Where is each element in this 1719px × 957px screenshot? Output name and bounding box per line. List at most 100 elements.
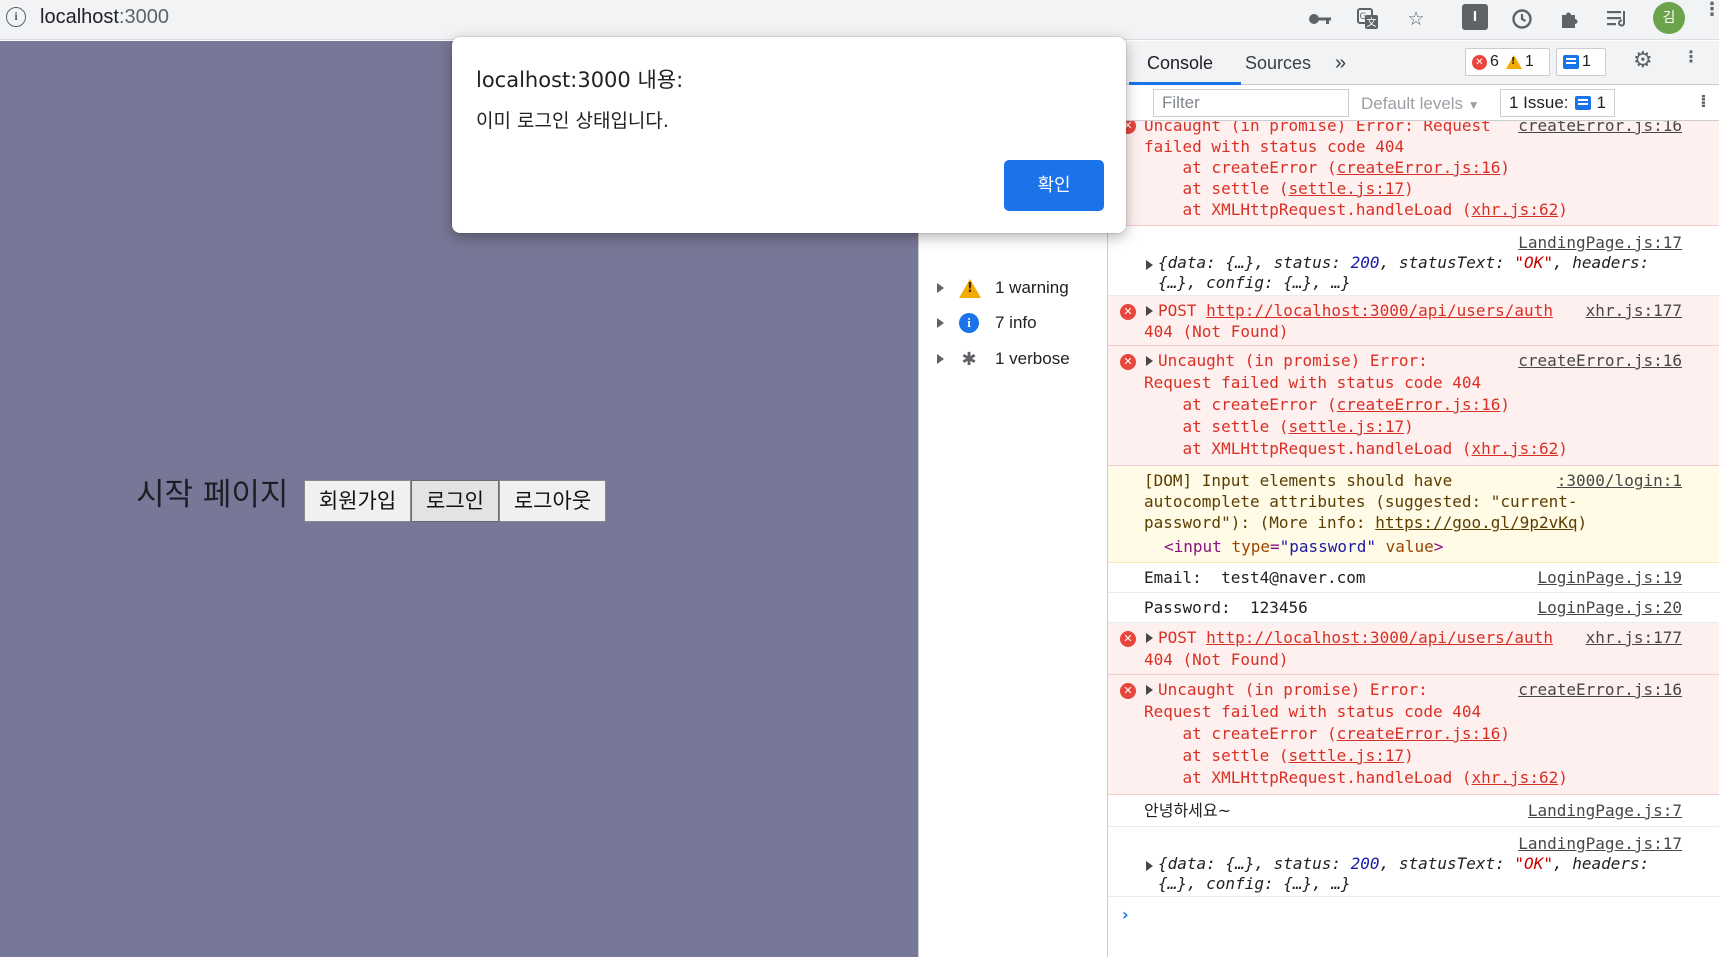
stack-link[interactable]: settle.js:17: [1289, 179, 1405, 198]
sidebar-item-label: 1 verbose: [995, 349, 1070, 368]
source-link[interactable]: :3000/login:1: [1557, 470, 1682, 491]
profile-avatar[interactable]: 김: [1653, 2, 1685, 34]
reading-list-icon[interactable]: [1604, 5, 1632, 33]
issues-counter-badge[interactable]: 1: [1556, 48, 1606, 76]
stack-frame: at settle (settle.js:17): [1144, 746, 1414, 765]
message-text: Uncaught (in promise) Error:: [1158, 680, 1428, 699]
signup-button[interactable]: 회원가입: [304, 480, 411, 522]
alert-ok-button[interactable]: 확인: [1004, 160, 1104, 211]
url-field[interactable]: localhost:3000: [40, 5, 169, 29]
console-error-message: ✕ POST http://localhost:3000/api/users/a…: [1108, 623, 1719, 675]
address-bar: i localhost:3000 文G ☆ I 김 ⋮: [0, 0, 1719, 40]
object-preview: {…}, config: {…}, …}: [1158, 874, 1351, 893]
stack-frame: at createError (createError.js:16): [1144, 158, 1511, 177]
message-text: failed with status code 404: [1144, 137, 1405, 156]
request-url-link[interactable]: http://localhost:3000/api/users/auth: [1206, 628, 1553, 647]
issues-count: 1: [1596, 93, 1607, 112]
source-link[interactable]: xhr.js:177: [1586, 627, 1682, 648]
sidebar-item-verbose[interactable]: ✱ 1 verbose: [919, 344, 1108, 374]
console-error-message: ✕ Uncaught (in promise) Error: Request c…: [1108, 121, 1719, 226]
sync-icon[interactable]: [1508, 5, 1536, 33]
bug-icon: ✱: [961, 349, 977, 369]
source-link[interactable]: LandingPage.js:17: [1518, 232, 1682, 253]
error-icon: ✕: [1472, 54, 1487, 70]
settings-gear-icon[interactable]: ⚙: [1633, 49, 1653, 73]
log-levels-dropdown[interactable]: Default levels ▼: [1361, 95, 1480, 114]
console-sidebar: 1 warning i 7 info ✱ 1 verbose: [919, 121, 1108, 957]
expand-arrow-icon[interactable]: [1146, 356, 1153, 366]
expand-arrow-icon[interactable]: [1146, 861, 1153, 871]
message-text: 안녕하세요~: [1144, 801, 1232, 820]
expand-arrow-icon[interactable]: [1146, 685, 1153, 695]
tab-console[interactable]: Console: [1147, 53, 1213, 73]
console-prompt[interactable]: ›: [1122, 905, 1129, 925]
error-icon: ✕: [1120, 354, 1136, 370]
info-link[interactable]: https://goo.gl/9p2vKq: [1375, 513, 1577, 532]
logout-button[interactable]: 로그아웃: [499, 480, 606, 522]
html-element-preview[interactable]: <input type="password" value>: [1164, 536, 1443, 557]
console-error-message: ✕ Uncaught (in promise) Error: createErr…: [1108, 346, 1719, 466]
source-link[interactable]: LoginPage.js:19: [1538, 567, 1683, 588]
message-text: Email: test4@naver.com: [1144, 568, 1366, 587]
stack-link[interactable]: createError.js:16: [1337, 158, 1501, 177]
extension-square-icon[interactable]: I: [1462, 4, 1488, 30]
console-log-message: Email: test4@naver.com LoginPage.js:19: [1108, 563, 1719, 593]
more-tabs-icon[interactable]: »: [1335, 53, 1346, 73]
key-icon[interactable]: [1306, 5, 1334, 33]
stack-link[interactable]: settle.js:17: [1289, 417, 1405, 436]
console-error-message: ✕ Uncaught (in promise) Error: createErr…: [1108, 675, 1719, 795]
issues-button[interactable]: 1 Issue: 1: [1500, 89, 1616, 117]
stack-link[interactable]: createError.js:16: [1337, 724, 1501, 743]
source-link[interactable]: createError.js:16: [1518, 121, 1682, 136]
chevron-down-icon: ▼: [1467, 98, 1480, 112]
source-link[interactable]: createError.js:16: [1518, 350, 1682, 371]
url-port: :3000: [118, 6, 169, 28]
source-link[interactable]: LandingPage.js:7: [1528, 800, 1682, 821]
stack-link[interactable]: settle.js:17: [1289, 746, 1405, 765]
sidebar-item-warnings[interactable]: 1 warning: [919, 273, 1108, 303]
console-log-message: 안녕하세요~ LandingPage.js:7: [1108, 795, 1719, 827]
devtools-menu-icon[interactable]: ⋮: [1683, 49, 1699, 69]
object-preview[interactable]: {data: {…}, status: 200, statusText: "OK…: [1158, 252, 1649, 273]
error-icon: ✕: [1120, 683, 1136, 699]
translate-icon[interactable]: 文G: [1354, 5, 1382, 33]
message-text: 404 (Not Found): [1144, 650, 1289, 669]
message-text: POST http://localhost:3000/api/users/aut…: [1158, 628, 1553, 647]
expand-arrow-icon[interactable]: [1146, 306, 1153, 316]
toolbar-overflow-icon[interactable]: ⁞: [1700, 93, 1707, 111]
sidebar-item-label: 1 warning: [995, 278, 1069, 297]
site-info-icon[interactable]: i: [6, 7, 26, 27]
message-text: Password: 123456: [1144, 598, 1308, 617]
tab-sources[interactable]: Sources: [1245, 53, 1311, 73]
error-count: 6: [1490, 53, 1499, 70]
stack-frame: at XMLHttpRequest.handleLoad (xhr.js:62): [1144, 200, 1568, 219]
stack-frame: at createError (createError.js:16): [1144, 395, 1511, 414]
stack-frame: at settle (settle.js:17): [1144, 179, 1414, 198]
filter-input[interactable]: Filter: [1153, 89, 1349, 117]
alert-title: localhost:3000 내용:: [476, 68, 684, 92]
source-link[interactable]: createError.js:16: [1518, 679, 1682, 700]
star-icon[interactable]: ☆: [1402, 5, 1430, 33]
source-link[interactable]: xhr.js:177: [1586, 300, 1682, 321]
menu-icon[interactable]: ⋮: [1703, 1, 1719, 19]
stack-link[interactable]: xhr.js:62: [1472, 439, 1559, 458]
stack-link[interactable]: createError.js:16: [1337, 395, 1501, 414]
stack-frame: at XMLHttpRequest.handleLoad (xhr.js:62): [1144, 439, 1568, 458]
login-button[interactable]: 로그인: [411, 480, 499, 522]
issue-icon: [1574, 96, 1591, 110]
console-verbose-message: [DOM] Input elements should have :3000/l…: [1108, 466, 1719, 563]
source-link[interactable]: LoginPage.js:20: [1538, 597, 1683, 618]
object-preview[interactable]: {data: {…}, status: 200, statusText: "OK…: [1158, 853, 1649, 874]
issues-label: 1 Issue:: [1509, 93, 1569, 112]
alert-message: 이미 로그인 상태입니다.: [476, 110, 669, 132]
expand-arrow-icon[interactable]: [1146, 260, 1153, 270]
info-icon: i: [959, 313, 979, 333]
stack-link[interactable]: xhr.js:62: [1472, 200, 1559, 219]
error-warning-counter[interactable]: ✕ 6 1: [1465, 48, 1550, 76]
source-link[interactable]: LandingPage.js:17: [1518, 833, 1682, 854]
request-url-link[interactable]: http://localhost:3000/api/users/auth: [1206, 301, 1553, 320]
sidebar-item-info[interactable]: i 7 info: [919, 308, 1108, 338]
puzzle-icon[interactable]: [1556, 5, 1584, 33]
stack-link[interactable]: xhr.js:62: [1472, 768, 1559, 787]
expand-arrow-icon[interactable]: [1146, 633, 1153, 643]
